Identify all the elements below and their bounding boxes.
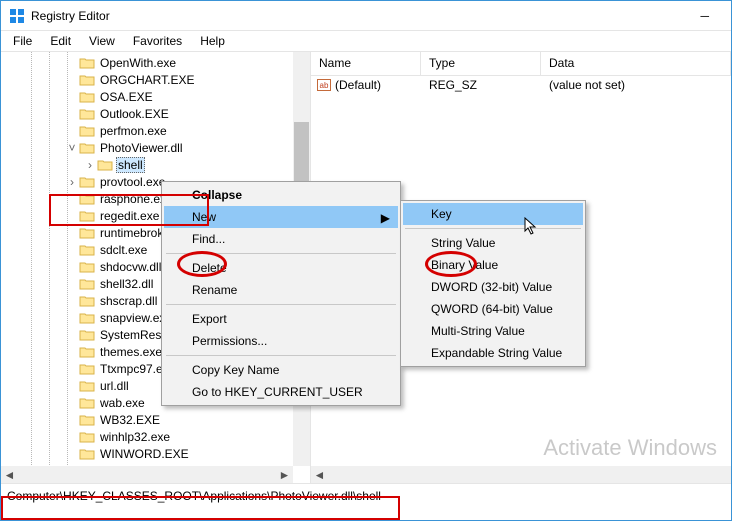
folder-icon: [79, 379, 95, 393]
titlebar: Registry Editor ─: [1, 1, 731, 31]
tree-item[interactable]: OSA.EXE: [5, 88, 310, 105]
tree-item-label: perfmon.exe: [98, 124, 169, 138]
tree-item-label: sdclt.exe: [98, 243, 149, 257]
tree-item-label: themes.exe: [98, 345, 164, 359]
folder-icon: [79, 192, 95, 206]
menu-favorites[interactable]: Favorites: [125, 32, 190, 50]
tree-item-label: winhlp32.exe: [98, 430, 172, 444]
folder-icon: [79, 260, 95, 274]
submenu-arrow-icon: ▶: [381, 211, 390, 225]
expander-icon[interactable]: ›: [83, 158, 97, 172]
ctx-copy-key-name[interactable]: Copy Key Name: [164, 359, 398, 381]
tree-item[interactable]: OpenWith.exe: [5, 54, 310, 71]
tree-item[interactable]: WINWORD.EXE: [5, 445, 310, 462]
folder-icon: [79, 294, 95, 308]
folder-icon: [79, 107, 95, 121]
string-value-icon: ab: [317, 79, 331, 91]
ctx-new-key[interactable]: Key: [403, 203, 583, 225]
tree-item-label: Outlook.EXE: [98, 107, 171, 121]
folder-icon: [79, 311, 95, 325]
ctx-new-qword[interactable]: QWORD (64-bit) Value: [403, 298, 583, 320]
tree-item[interactable]: › shell: [5, 156, 310, 173]
statusbar-path: Computer\HKEY_CLASSES_ROOT\Applications\…: [7, 489, 381, 503]
ctx-find[interactable]: Find...: [164, 228, 398, 250]
ctx-new-binary[interactable]: Binary Value: [403, 254, 583, 276]
context-menu-new[interactable]: Key String Value Binary Value DWORD (32-…: [400, 200, 586, 367]
tree-item[interactable]: ORGCHART.EXE: [5, 71, 310, 88]
folder-icon: [79, 56, 95, 70]
value-name: (Default): [335, 78, 381, 92]
folder-icon: [79, 141, 95, 155]
tree-item-label: shell: [116, 157, 145, 173]
tree-item[interactable]: ˅PhotoViewer.dll: [5, 139, 310, 156]
detail-header[interactable]: Name Type Data: [311, 52, 731, 76]
ctx-rename[interactable]: Rename: [164, 279, 398, 301]
statusbar: Computer\HKEY_CLASSES_ROOT\Applications\…: [1, 483, 731, 507]
folder-icon: [79, 345, 95, 359]
tree-item-label: shscrap.dll: [98, 294, 159, 308]
folder-icon: [79, 447, 95, 461]
tree-item-label: WINWORD.EXE: [98, 447, 191, 461]
tree-item-label: shell32.dll: [98, 277, 155, 291]
tree-item-label: OpenWith.exe: [98, 56, 178, 70]
tree-item[interactable]: WB32.EXE: [5, 411, 310, 428]
tree-item[interactable]: Outlook.EXE: [5, 105, 310, 122]
minimize-button[interactable]: ─: [686, 9, 723, 23]
watermark: Activate Windows: [543, 435, 717, 461]
tree-item-label: regedit.exe: [98, 209, 161, 223]
menu-edit[interactable]: Edit: [42, 32, 79, 50]
window-title: Registry Editor: [31, 9, 110, 23]
folder-icon: [79, 209, 95, 223]
ctx-delete[interactable]: Delete: [164, 257, 398, 279]
menubar: File Edit View Favorites Help: [1, 31, 731, 51]
col-type[interactable]: Type: [421, 52, 541, 75]
tree-item-label: shdocvw.dll: [98, 260, 163, 274]
ctx-new-expstring[interactable]: Expandable String Value: [403, 342, 583, 364]
folder-icon: [79, 73, 95, 87]
tree-item-label: provtool.exe: [98, 175, 167, 189]
folder-icon: [97, 158, 113, 172]
detail-row[interactable]: ab (Default) REG_SZ(value not set): [311, 76, 731, 94]
tree-item[interactable]: perfmon.exe: [5, 122, 310, 139]
col-data[interactable]: Data: [541, 52, 731, 75]
tree-item-label: url.dll: [98, 379, 131, 393]
ctx-goto-hkcu[interactable]: Go to HKEY_CURRENT_USER: [164, 381, 398, 403]
folder-icon: [79, 226, 95, 240]
detail-scrollbar-horizontal[interactable]: ◄: [311, 466, 731, 483]
menu-view[interactable]: View: [81, 32, 123, 50]
col-name[interactable]: Name: [311, 52, 421, 75]
ctx-collapse[interactable]: Collapse: [164, 184, 398, 206]
menu-file[interactable]: File: [5, 32, 40, 50]
app-icon: [9, 8, 25, 24]
tree-item-label: PhotoViewer.dll: [98, 141, 185, 155]
ctx-new-string[interactable]: String Value: [403, 232, 583, 254]
ctx-new-dword[interactable]: DWORD (32-bit) Value: [403, 276, 583, 298]
tree-item-label: WB32.EXE: [98, 413, 162, 427]
folder-icon: [79, 175, 95, 189]
folder-icon: [79, 90, 95, 104]
folder-icon: [79, 430, 95, 444]
ctx-permissions[interactable]: Permissions...: [164, 330, 398, 352]
folder-icon: [79, 396, 95, 410]
ctx-new[interactable]: New▶: [164, 206, 398, 228]
folder-icon: [79, 243, 95, 257]
ctx-export[interactable]: Export: [164, 308, 398, 330]
value-data: (value not set): [541, 78, 731, 92]
tree-item-label: OSA.EXE: [98, 90, 155, 104]
menu-help[interactable]: Help: [192, 32, 233, 50]
tree-scrollbar-horizontal[interactable]: ◄►: [1, 466, 293, 483]
ctx-new-multistring[interactable]: Multi-String Value: [403, 320, 583, 342]
folder-icon: [79, 362, 95, 376]
folder-icon: [79, 277, 95, 291]
folder-icon: [79, 413, 95, 427]
context-menu-main[interactable]: Collapse New▶ Find... Delete Rename Expo…: [161, 181, 401, 406]
tree-item-label: wab.exe: [98, 396, 147, 410]
value-type: REG_SZ: [421, 78, 541, 92]
folder-icon: [79, 328, 95, 342]
tree-item[interactable]: winhlp32.exe: [5, 428, 310, 445]
folder-icon: [79, 124, 95, 138]
tree-item-label: ORGCHART.EXE: [98, 73, 196, 87]
